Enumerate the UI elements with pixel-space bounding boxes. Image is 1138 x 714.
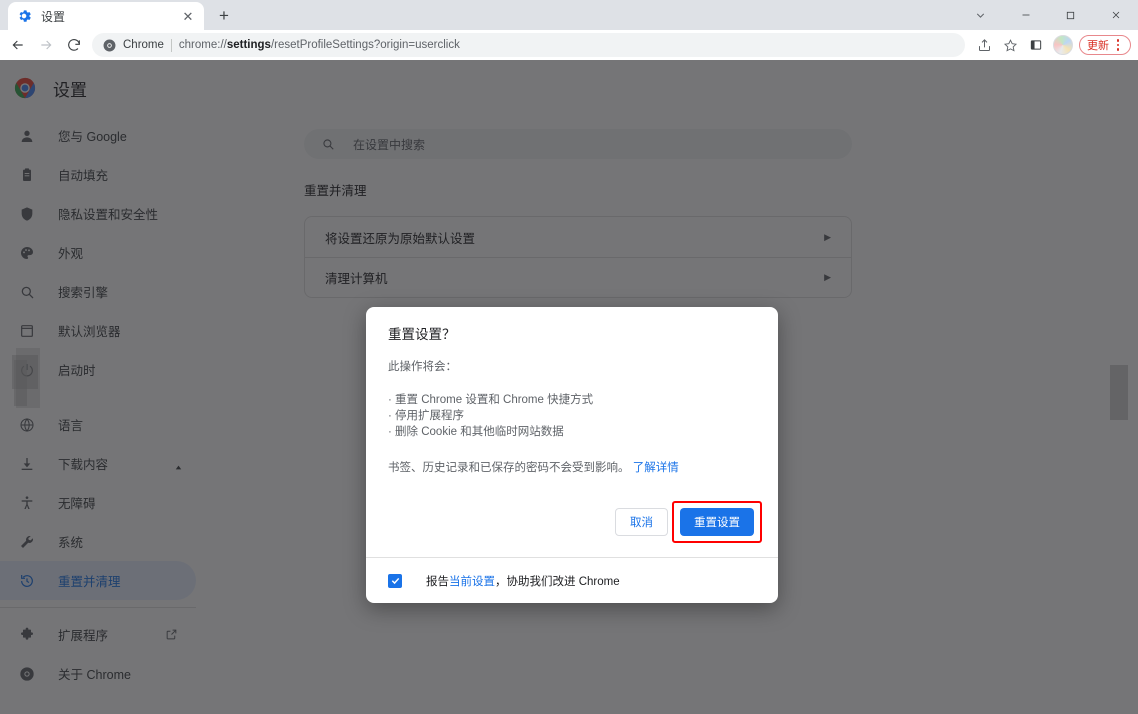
omnibox-site-label: Chrome xyxy=(123,39,164,51)
dialog-title: 重置设置？ xyxy=(388,327,456,342)
forward-button[interactable] xyxy=(32,31,60,59)
gear-icon xyxy=(16,8,32,24)
dialog-body: 重置设置？ 此操作将会： · 重置 Chrome 设置和 Chrome 快捷方式… xyxy=(366,307,778,489)
dialog-note: 书签、历史记录和已保存的密码不会受到影响。 了解详情 xyxy=(388,459,756,475)
browser-toolbar: Chrome chrome://settings/resetProfileSet… xyxy=(0,30,1138,60)
update-button[interactable]: 更新 xyxy=(1079,35,1131,55)
omnibox-separator xyxy=(170,38,172,52)
tab-close-icon[interactable]: ✕ xyxy=(180,8,196,24)
side-panel-icon[interactable] xyxy=(1023,32,1049,58)
bullet-item: · 删除 Cookie 和其他临时网站数据 xyxy=(388,426,564,438)
share-icon[interactable] xyxy=(971,32,997,58)
kebab-menu-icon[interactable] xyxy=(1109,36,1127,54)
profile-avatar[interactable] xyxy=(1053,35,1073,55)
dialog-bullets: · 重置 Chrome 设置和 Chrome 快捷方式 · 停用扩展程序 · 删… xyxy=(388,392,756,440)
dialog-subtitle: 此操作将会： xyxy=(388,361,457,373)
tab-title: 设置 xyxy=(41,9,66,24)
browser-window: 设置 ✕ + Chrome chrome://settings/resetPro… xyxy=(0,0,1138,714)
tab-search-chevron-down-icon[interactable] xyxy=(958,0,1003,30)
dialog-footer: 报告当前设置，协助我们改进 Chrome xyxy=(366,557,778,603)
window-controls xyxy=(958,0,1138,30)
minimize-button[interactable] xyxy=(1003,0,1048,30)
checkbox-prefix: 报告 xyxy=(426,575,449,588)
cancel-button[interactable]: 取消 xyxy=(615,508,668,536)
checkbox-label: 报告当前设置，协助我们改进 Chrome xyxy=(426,573,620,589)
maximize-button[interactable] xyxy=(1048,0,1093,30)
tab-strip: 设置 ✕ + xyxy=(0,0,1138,30)
back-button[interactable] xyxy=(4,31,32,59)
dialog-note-text: 书签、历史记录和已保存的密码不会受到影响。 xyxy=(388,462,630,474)
reset-settings-dialog: 重置设置？ 此操作将会： · 重置 Chrome 设置和 Chrome 快捷方式… xyxy=(366,307,778,603)
browser-tab-settings[interactable]: 设置 ✕ xyxy=(8,2,204,30)
highlight-annotation: 重置设置 xyxy=(672,501,762,543)
dialog-actions: 取消 重置设置 xyxy=(366,489,778,557)
chrome-icon xyxy=(102,38,116,52)
new-tab-button[interactable]: + xyxy=(210,2,238,30)
current-settings-link[interactable]: 当前设置 xyxy=(449,576,495,588)
close-button[interactable] xyxy=(1093,0,1138,30)
learn-more-link[interactable]: 了解详情 xyxy=(633,462,679,474)
bullet-item: · 重置 Chrome 设置和 Chrome 快捷方式 xyxy=(388,394,594,406)
omnibox-url: chrome://settings/resetProfileSettings?o… xyxy=(178,39,460,51)
bullet-item: · 停用扩展程序 xyxy=(388,410,465,422)
address-bar[interactable]: Chrome chrome://settings/resetProfileSet… xyxy=(92,33,965,57)
reload-button[interactable] xyxy=(60,31,88,59)
reset-settings-button[interactable]: 重置设置 xyxy=(680,508,754,536)
update-label: 更新 xyxy=(1087,40,1109,52)
report-settings-checkbox[interactable] xyxy=(388,573,402,588)
star-icon[interactable] xyxy=(997,32,1023,58)
checkbox-suffix: ，协助我们改进 Chrome xyxy=(495,575,620,588)
